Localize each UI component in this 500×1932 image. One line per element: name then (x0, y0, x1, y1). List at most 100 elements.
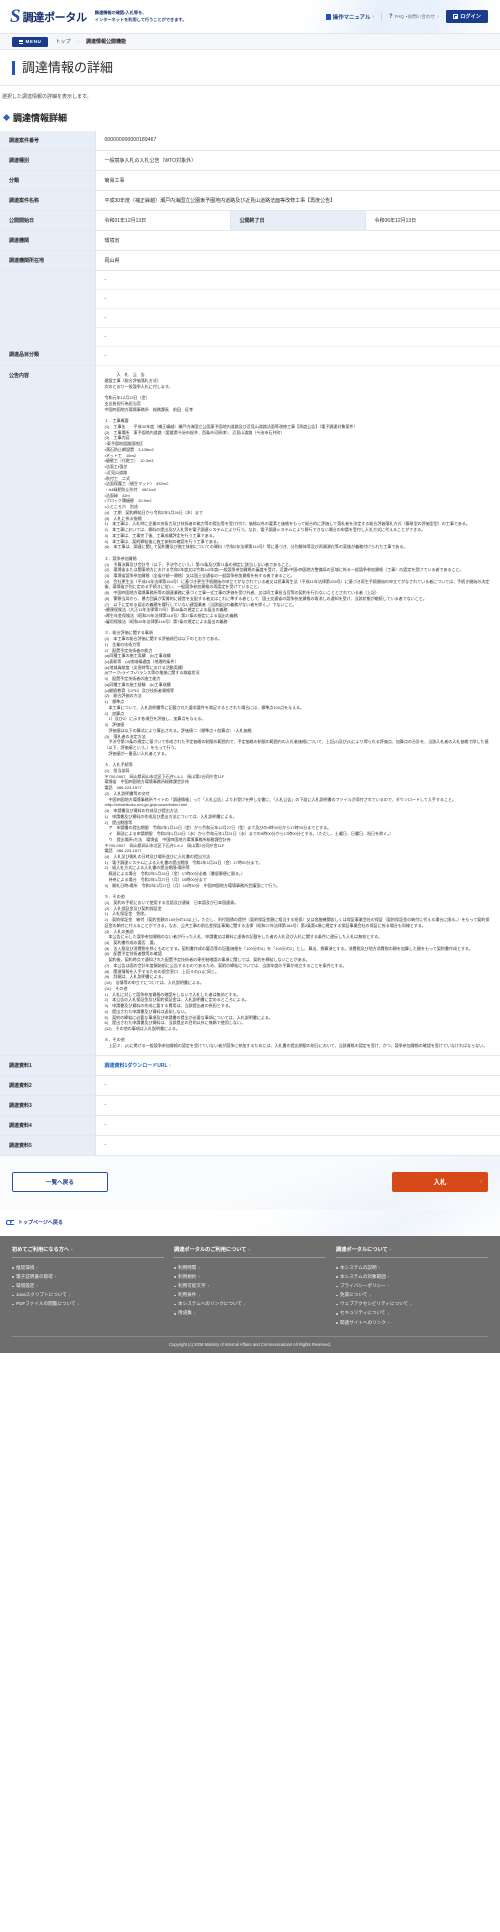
chevron-right-icon: › (36, 1265, 38, 1271)
table-row: 分類 簡易工事 (0, 170, 500, 191)
hamburger-icon (19, 39, 23, 44)
login-button[interactable]: ログイン (445, 10, 488, 23)
section-heading: 調達情報詳細 (0, 106, 500, 131)
tagline-line-1: 調達情報の確認・入札等を、 (94, 10, 147, 16)
login-icon (452, 13, 458, 20)
footer-link[interactable]: 利用可能文字 › (174, 1281, 326, 1290)
row-value-item-category-3: - (95, 308, 500, 329)
header-nav: 操作マニュアル › ? FAQ ・お問い合わせ › ログイン (325, 10, 490, 23)
table-row: 公告内容 入 札 公 告 建設工事（総合評価落札方式） 次のとおり一般競争入札に… (0, 365, 500, 1056)
row-label-publish-end: 公開終了日 (229, 210, 366, 231)
logo-icon: S (10, 6, 21, 27)
footer-link[interactable]: 関連サイトへのリンク › (336, 1318, 488, 1327)
site-footer: 初めてご利用になる方へ › 推奨環境 › 電子証明書の取得 › 環境設定 › Java… (0, 1235, 500, 1354)
breadcrumb: MENU トップ › 調達情報公開機能 (0, 34, 500, 50)
attachment-1-download-link[interactable]: 調達資料1ダウンロードURL › (105, 1063, 171, 1069)
footer-link[interactable]: ウェブアクセシビリティについて › (336, 1300, 488, 1309)
chevron-right-icon: › (387, 1283, 390, 1289)
footer-link-label: 環境設定 (16, 1282, 35, 1288)
footer-link[interactable]: 免責について › (336, 1291, 488, 1300)
faq-label: FAQ (394, 14, 404, 19)
chevron-right-icon: › (410, 1301, 412, 1307)
chevron-right-icon: › (198, 1265, 200, 1271)
footer-link-label: 利用規約 (178, 1273, 197, 1279)
footer-link[interactable]: 利用規約 › (174, 1272, 326, 1281)
table-row: 調達資料1 調達資料1ダウンロードURL › (0, 1055, 500, 1076)
row-value-item-category-4: - (95, 327, 500, 348)
faq-link[interactable]: ? FAQ ・お問い合わせ › (389, 14, 439, 20)
footer-link[interactable]: 電子証明書の取得 › (12, 1272, 164, 1281)
footer-link[interactable]: 利用条件 › (174, 1291, 326, 1300)
menu-button[interactable]: MENU (12, 36, 49, 47)
footer-link[interactable]: 推奨環境 › (12, 1263, 164, 1272)
row-label-case-name: 調達案件名称 (0, 190, 96, 211)
row-value-case-number: 000000000000189467 (95, 131, 500, 151)
footer-link[interactable]: 本システムの説明 › (336, 1263, 488, 1272)
announcement-body: 入 札 公 告 建設工事（総合評価落札方式） 次のとおり一般競争入札に付します。… (104, 372, 490, 1049)
back-to-list-button[interactable]: 一覧へ戻る (12, 1171, 108, 1192)
footer-heading-about[interactable]: 調達ポータルについて › (336, 1246, 488, 1258)
footer-link[interactable]: 用語集 › (174, 1309, 326, 1318)
book-icon (325, 13, 331, 20)
footer-link-label: ウェブアクセシビリティについて (340, 1301, 409, 1307)
question-icon: ? (389, 13, 393, 20)
row-value-attachment-2: - (95, 1075, 500, 1096)
footer-link-label: PDFファイルの閲覧について (16, 1301, 76, 1307)
manual-label: 操作マニュアル (332, 14, 371, 21)
bid-button[interactable]: 入札 › (392, 1171, 488, 1192)
breadcrumb-item-top[interactable]: トップ (55, 38, 70, 45)
footer-link[interactable]: 環境設定 › (12, 1281, 164, 1290)
row-value-attachment-5: - (95, 1135, 500, 1156)
row-label-attachment-3: 調達資料3 (0, 1095, 96, 1116)
footer-link-label: セキュリティについて (340, 1310, 386, 1316)
footer-link[interactable]: セキュリティについて › (336, 1309, 488, 1318)
table-row: 調達資料2 - (0, 1075, 500, 1096)
footer-heading-first-time[interactable]: 初めてご利用になる方へ › (12, 1246, 164, 1258)
chevron-right-icon: › (480, 1178, 482, 1185)
back-to-top-label: トップページへ戻る (18, 1219, 63, 1226)
footer-link-label: 利用条件 (178, 1292, 197, 1298)
footer-link[interactable]: 本システムの対象範囲 › (336, 1272, 488, 1281)
footer-link-label: 本システムへのリンクについて (178, 1301, 243, 1307)
nav-divider (381, 12, 383, 21)
brand[interactable]: S 調達ポータル 調達情報の確認・入札等を、 インターネットを利用して行うことが… (10, 7, 186, 26)
table-row: 調達機関所在地 岡山県 (0, 250, 500, 271)
footer-link-label: 電子証明書の取得 (16, 1273, 53, 1279)
chevron-right-icon: › (36, 1283, 38, 1289)
chevron-right-icon: › (372, 13, 375, 20)
row-label-attachment-2: 調達資料2 (0, 1075, 96, 1096)
footer-link[interactable]: 本システムへのリンクについて › (174, 1300, 326, 1309)
section-title: 調達情報詳細 (13, 113, 68, 124)
back-to-top[interactable]: トップページへ戻る (0, 1209, 500, 1236)
chevron-right-icon: › (389, 1246, 392, 1252)
table-row: 調達案件名称 平成30年度（補正繰越）瀬戸内海国立公園東予園地内道路及び近見山道… (0, 190, 500, 211)
row-value-item-category-5: - (95, 346, 500, 367)
footer-link-label: 免責について (340, 1292, 368, 1298)
footer-link[interactable]: Javaスクリプトについて › (12, 1291, 164, 1300)
return-arrow-icon (6, 1219, 14, 1226)
chevron-right-icon: › (387, 1310, 389, 1316)
table-row: 調達案件番号 000000000000189467 (0, 131, 500, 151)
row-label-classification: 分類 (0, 170, 96, 191)
chevron-right-icon: › (387, 1274, 390, 1280)
table-row: 公開開始日 令和01年12月13日 公開終了日 令和06年12月13日 (0, 210, 500, 231)
chevron-right-icon: › (244, 1301, 246, 1307)
table-row: 調達資料3 - (0, 1095, 500, 1116)
footer-columns: 初めてご利用になる方へ › 推奨環境 › 電子証明書の取得 › 環境設定 › Java… (12, 1246, 488, 1327)
row-label-publish-start: 公開開始日 (0, 210, 96, 231)
chevron-right-icon: › (54, 1274, 57, 1280)
faq-sub-label: ・お問い合わせ (405, 13, 436, 19)
row-value-publish-start: 令和01年12月13日 (95, 210, 230, 231)
chevron-right-icon: › (167, 1062, 171, 1069)
footer-heading-usage[interactable]: 調達ポータルのご利用について › (174, 1246, 326, 1258)
page-title-section: 調達情報の詳細 (0, 50, 500, 87)
menu-label: MENU (25, 39, 42, 44)
footer-link[interactable]: 利用時間 › (174, 1263, 326, 1272)
footer-link[interactable]: プライバシーポリシー › (336, 1281, 488, 1290)
row-label-organization: 調達機関 (0, 230, 96, 251)
bid-label: 入札 (433, 1179, 447, 1187)
footer-link-label: 利用可能文字 (178, 1282, 206, 1288)
login-label: ログイン (460, 14, 481, 20)
footer-link[interactable]: PDFファイルの閲覧について › (12, 1300, 164, 1309)
manual-link[interactable]: 操作マニュアル › (325, 13, 375, 21)
